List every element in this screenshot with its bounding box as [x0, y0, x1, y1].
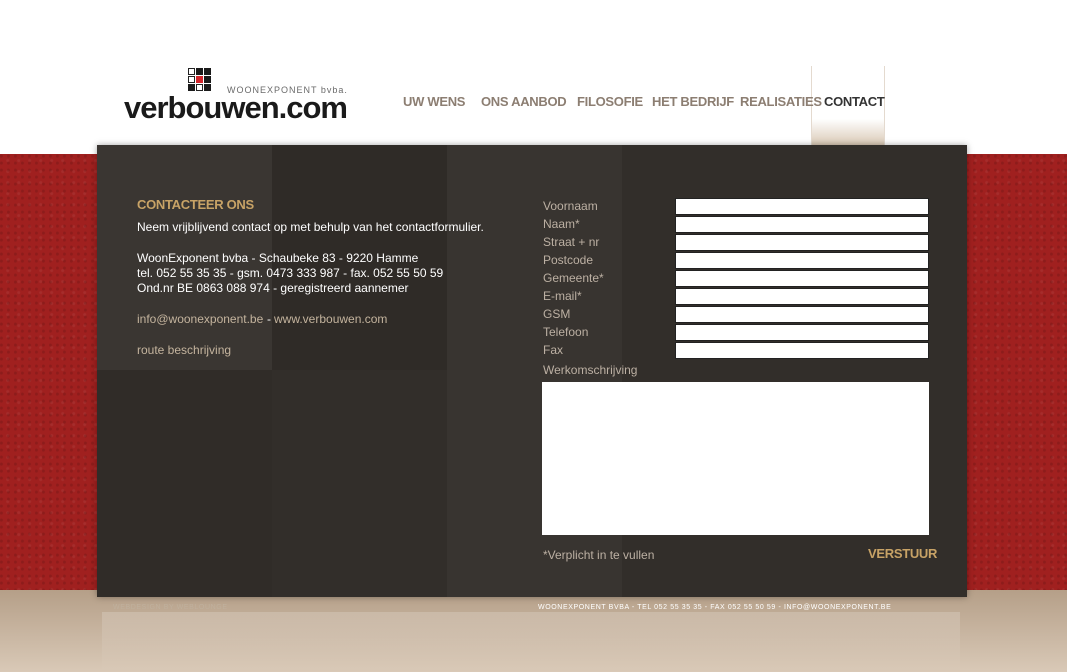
nav-item-realisaties[interactable]: REALISATIES: [740, 94, 822, 109]
nav-item-het-bedrijf[interactable]: HET BEDRIJF: [652, 94, 734, 109]
contact-intro: Neem vrijblijvend contact op met behulp …: [137, 220, 484, 234]
contact-registration: Ond.nr BE 0863 088 974 - geregistreerd a…: [137, 281, 409, 295]
website-link[interactable]: www.verbouwen.com: [274, 312, 387, 326]
link-separator: -: [267, 312, 271, 326]
gemeente-input[interactable]: [675, 270, 929, 287]
naam-input[interactable]: [675, 216, 929, 233]
label-gemeente: Gemeente*: [543, 271, 604, 285]
label-telefoon: Telefoon: [543, 325, 589, 339]
nav-item-filosofie[interactable]: FILOSOFIE: [577, 94, 643, 109]
label-gsm: GSM: [543, 307, 571, 321]
postcode-input[interactable]: [675, 252, 929, 269]
straat-input[interactable]: [675, 234, 929, 251]
nav-active-highlight: [811, 66, 885, 154]
site-logo[interactable]: WOONEXPONENT bvba. verbouwen.com: [124, 68, 348, 125]
panel-tile: [97, 370, 272, 597]
fax-input[interactable]: [675, 342, 929, 359]
label-postcode: Postcode: [543, 253, 594, 267]
route-link[interactable]: route beschrijving: [137, 343, 231, 357]
label-werkomschrijving: Werkomschrijving: [543, 363, 638, 377]
label-naam: Naam*: [543, 217, 580, 231]
label-fax: Fax: [543, 343, 564, 357]
nav-item-uw-wens[interactable]: UW WENS: [403, 94, 465, 109]
nav-item-ons-aanbod[interactable]: ONS AANBOD: [481, 94, 567, 109]
werkomschrijving-textarea[interactable]: [542, 382, 929, 535]
voornaam-input[interactable]: [675, 198, 929, 215]
submit-button[interactable]: VERSTUUR: [868, 546, 937, 561]
contact-heading: CONTACTEER ONS: [137, 197, 254, 212]
footer-credit-link[interactable]: WEBDESIGN BY WEBLOUNGE: [113, 604, 228, 611]
logo-wordmark: verbouwen.com: [124, 90, 348, 125]
email-input[interactable]: [675, 288, 929, 305]
label-voornaam: Voornaam: [543, 199, 598, 213]
required-note: *Verplicht in te vullen: [543, 548, 655, 562]
panel-reflection: [102, 612, 960, 672]
label-email: E-mail*: [543, 289, 582, 303]
footer-company-info: WOONEXPONENT BVBA - TEL 052 55 35 35 - F…: [538, 604, 892, 611]
email-link[interactable]: info@woonexponent.be: [137, 312, 263, 326]
nav-item-contact[interactable]: CONTACT: [824, 94, 885, 109]
telefoon-input[interactable]: [675, 324, 929, 341]
contact-address: WoonExponent bvba - Schaubeke 83 - 9220 …: [137, 251, 419, 265]
contact-phones: tel. 052 55 35 35 - gsm. 0473 333 987 - …: [137, 266, 444, 280]
gsm-input[interactable]: [675, 306, 929, 323]
label-straat: Straat + nr: [543, 235, 600, 249]
